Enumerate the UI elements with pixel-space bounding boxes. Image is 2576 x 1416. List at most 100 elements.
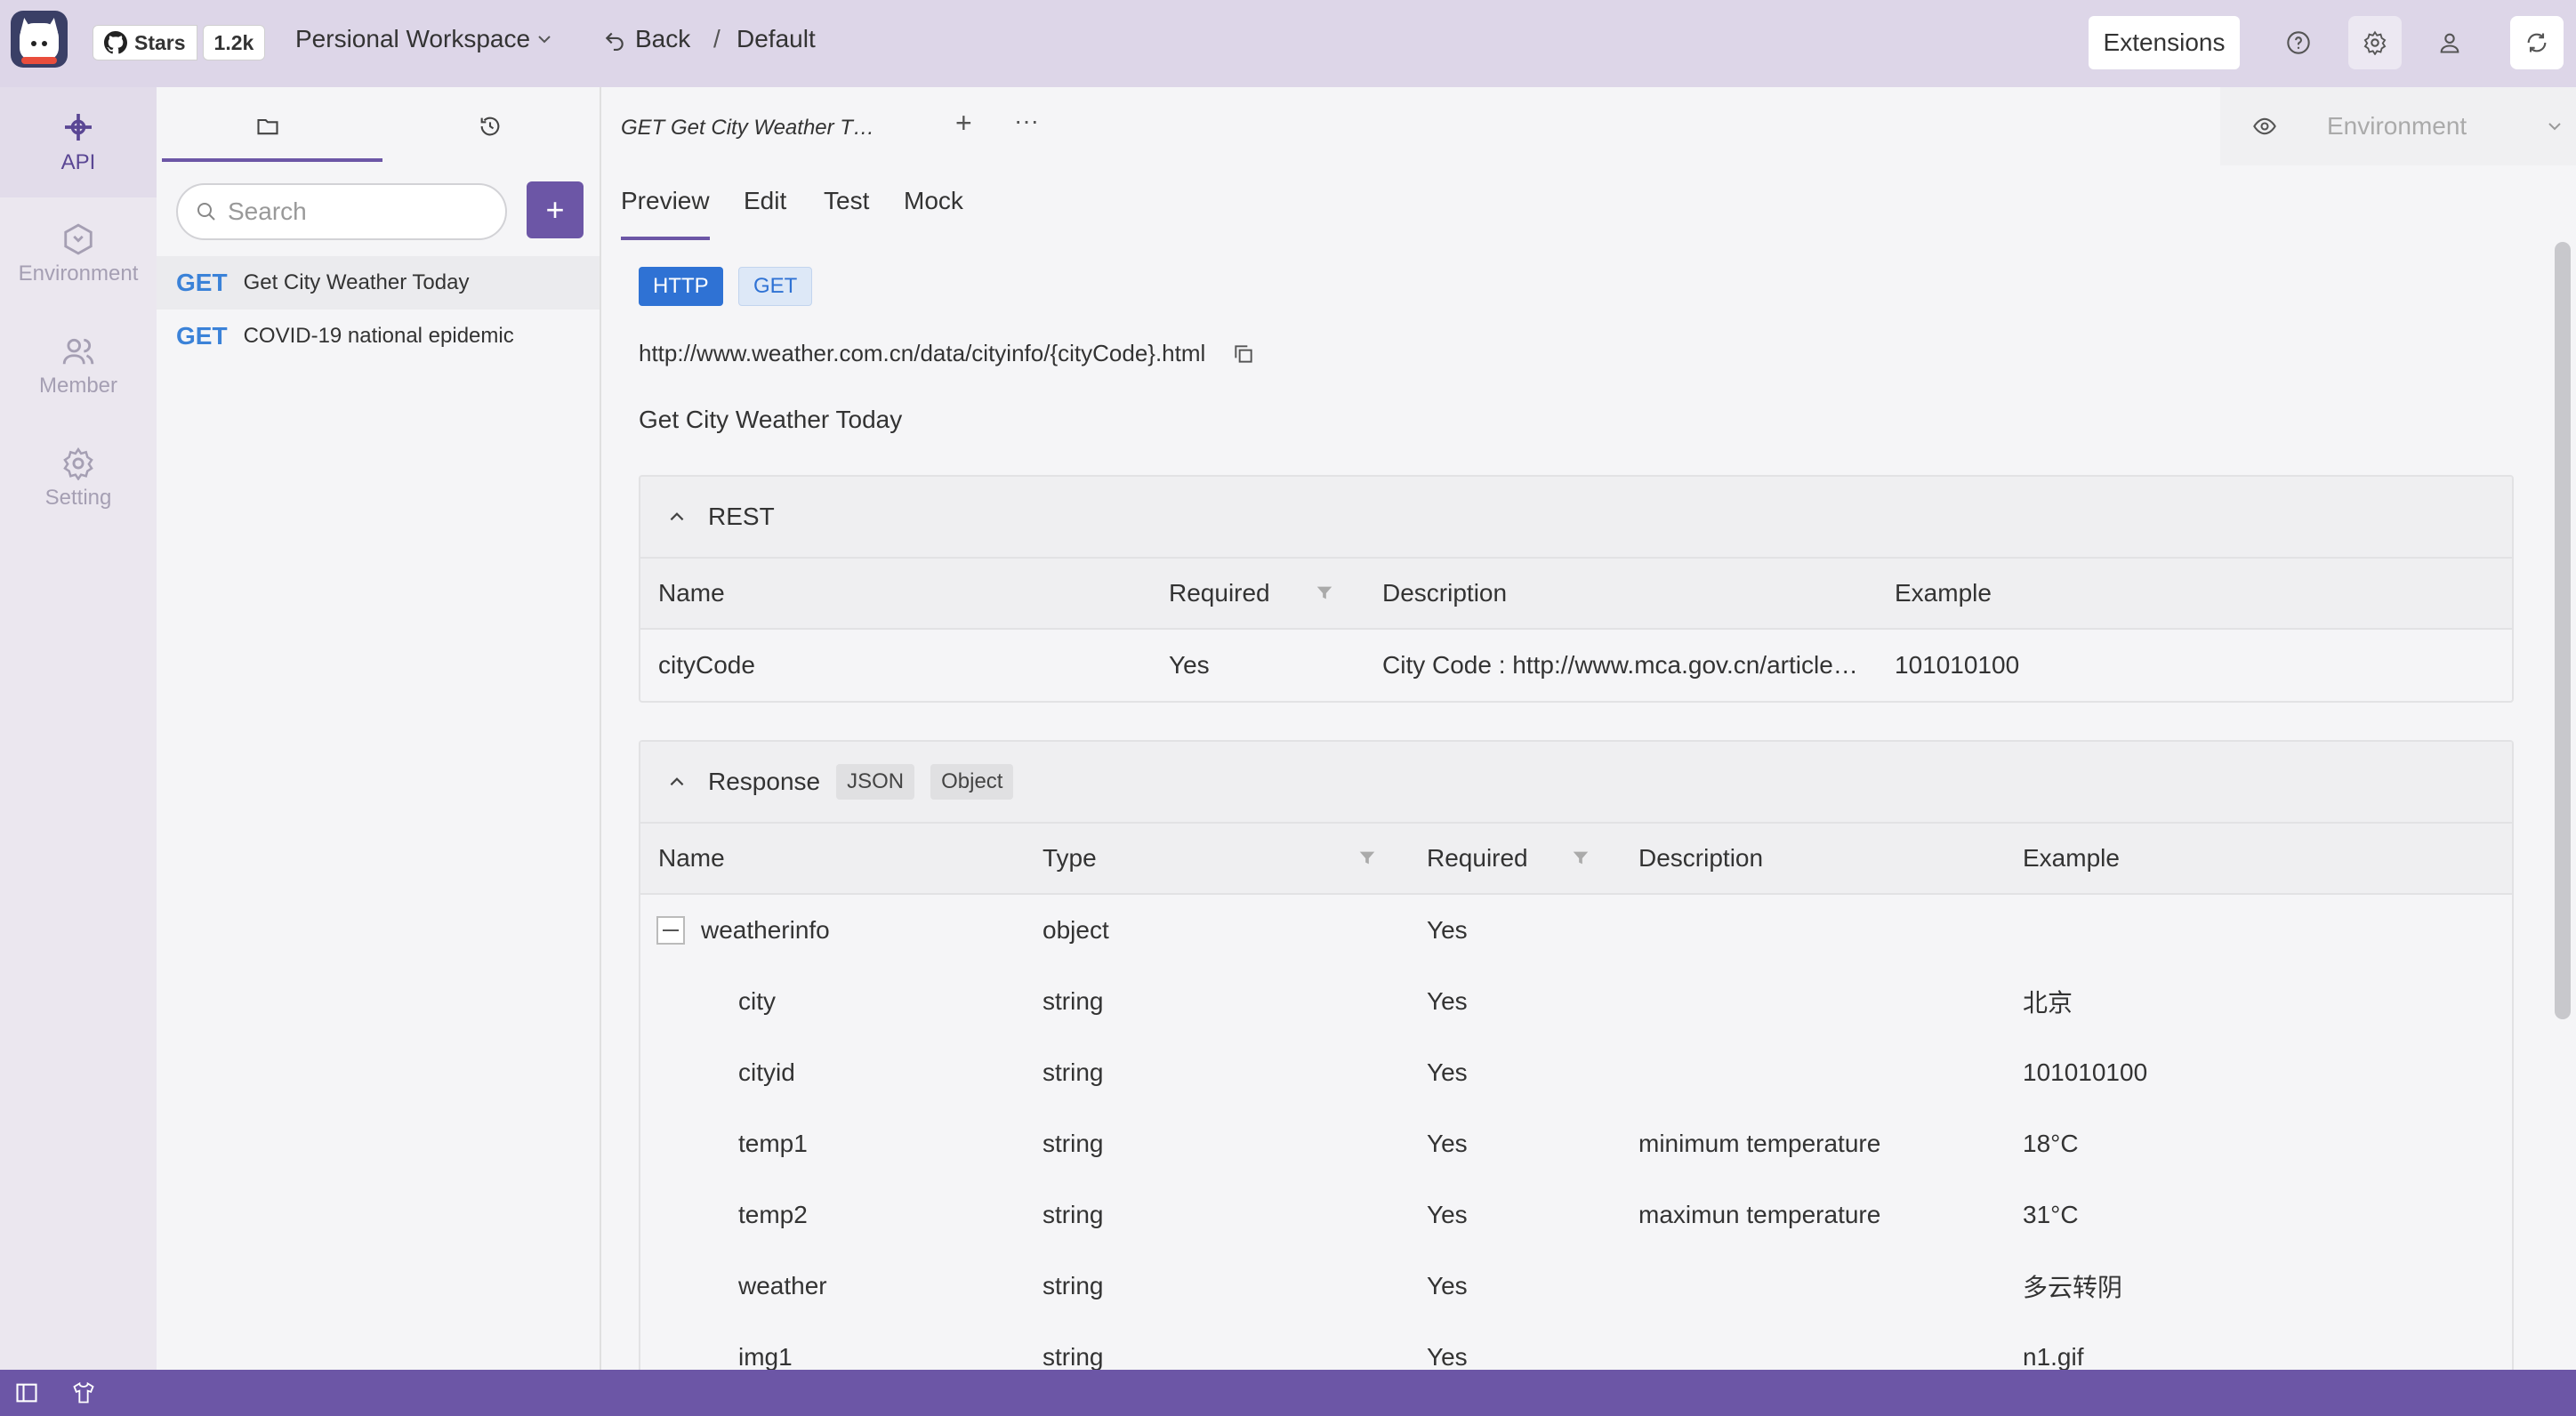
workspace-selector[interactable]: Persional Workspace — [295, 25, 553, 53]
chevron-up-icon[interactable] — [667, 772, 687, 792]
help-button[interactable] — [2272, 16, 2325, 69]
filter-icon[interactable] — [1315, 583, 1334, 603]
api-url: http://www.weather.com.cn/data/cityinfo/… — [639, 340, 1255, 367]
copy-icon[interactable] — [1232, 342, 1255, 366]
param-description: City Code : http://www.mca.gov.cn/articl… — [1382, 651, 1858, 679]
field-required: Yes — [1427, 1130, 1468, 1157]
chevron-up-icon[interactable] — [667, 507, 687, 527]
tab-preview[interactable]: Preview — [621, 187, 710, 215]
app-logo[interactable] — [11, 11, 68, 68]
field-name: weather — [738, 1272, 827, 1299]
search-field[interactable] — [176, 183, 507, 240]
environment-icon — [64, 223, 93, 255]
api-name: COVID-19 national epidemic — [243, 324, 514, 348]
field-type: string — [1042, 1058, 1104, 1086]
column-header: Description — [1638, 844, 1764, 872]
back-button[interactable]: Back — [603, 25, 690, 53]
field-type: string — [1042, 1343, 1104, 1371]
field-example: 101010100 — [2023, 1058, 2148, 1086]
field-example: 多云转阴 — [2023, 1274, 2123, 1301]
left-nav: API Environment Member Setting — [0, 87, 157, 1370]
field-type: object — [1042, 916, 1109, 944]
column-header: Name — [658, 579, 725, 607]
settings-button[interactable] — [2348, 16, 2402, 69]
table-row: temp1 string Yes minimum temperature 18°… — [640, 1108, 2512, 1179]
response-card: Response JSON Object Name Type Required … — [639, 740, 2514, 1380]
field-name: cityid — [738, 1058, 795, 1086]
response-card-header[interactable]: Response JSON Object — [640, 742, 2512, 824]
field-required: Yes — [1427, 1343, 1468, 1371]
folder-icon — [257, 118, 278, 135]
column-header: Example — [1895, 579, 1992, 607]
collapse-toggle[interactable] — [656, 916, 685, 945]
chevron-down-icon — [2548, 123, 2561, 131]
github-icon — [104, 31, 127, 54]
field-name: temp2 — [738, 1201, 808, 1228]
method-badge: GET — [738, 267, 813, 306]
api-url-text: http://www.weather.com.cn/data/cityinfo/… — [639, 340, 1206, 366]
rest-table-header: Name Required Description Example — [640, 559, 2512, 630]
nav-label-member: Member — [38, 374, 118, 398]
field-description: minimum temperature — [1638, 1130, 1881, 1157]
field-required: Yes — [1427, 1272, 1468, 1299]
open-api-tab[interactable]: GET Get City Weather T… — [621, 116, 874, 141]
tab-api-tree[interactable] — [157, 87, 379, 165]
api-name: Get City Weather Today — [243, 270, 470, 294]
eye-icon[interactable] — [2252, 114, 2277, 139]
field-type: string — [1042, 1130, 1104, 1157]
tab-mock[interactable]: Mock — [904, 187, 963, 215]
nav-item-environment[interactable]: Environment — [0, 199, 157, 310]
field-type: string — [1042, 1272, 1104, 1299]
github-stars-label: Stars — [134, 30, 186, 54]
api-list-item[interactable]: GET COVID-19 national epidemic — [157, 310, 600, 363]
filter-icon[interactable] — [1357, 849, 1377, 868]
setting-icon — [63, 447, 93, 480]
github-stars-badge[interactable]: Stars 1.2k — [93, 25, 266, 60]
extensions-button[interactable]: Extensions — [2089, 16, 2240, 69]
api-list-item[interactable]: GET Get City Weather Today — [157, 256, 600, 310]
tab-more-button[interactable]: ··· — [1014, 107, 1039, 135]
filter-icon[interactable] — [1571, 849, 1590, 868]
nav-item-setting[interactable]: Setting — [0, 423, 157, 534]
github-stars-count: 1.2k — [202, 25, 266, 60]
field-required: Yes — [1427, 987, 1468, 1015]
status-bar — [0, 1370, 2576, 1416]
main-scrollbar[interactable] — [2555, 242, 2571, 1019]
refresh-button[interactable] — [2510, 16, 2564, 69]
search-input[interactable] — [228, 197, 459, 226]
sidebar-toggle-icon[interactable] — [14, 1380, 39, 1405]
new-tab-button[interactable]: + — [955, 107, 972, 140]
add-api-button[interactable]: + — [527, 181, 584, 238]
field-name: weatherinfo — [701, 916, 830, 944]
table-row: cityCode Yes City Code : http://www.mca.… — [640, 630, 2512, 701]
shirt-icon[interactable] — [71, 1380, 96, 1405]
table-row: weatherinfo object Yes — [640, 895, 2512, 966]
field-type: string — [1042, 987, 1104, 1015]
field-example: 31°C — [2023, 1201, 2079, 1228]
tab-history[interactable] — [379, 87, 601, 165]
environment-placeholder: Environment — [2327, 112, 2467, 140]
gear-icon — [2363, 30, 2387, 55]
subtab-active-indicator — [621, 237, 710, 240]
breadcrumb-separator: / — [713, 25, 720, 52]
breadcrumb-current[interactable]: Default — [737, 25, 816, 53]
field-required: Yes — [1427, 916, 1468, 944]
protocol-badge: HTTP — [639, 267, 723, 306]
field-name: img1 — [738, 1343, 793, 1371]
user-icon — [2440, 33, 2459, 53]
nav-label-setting: Setting — [44, 486, 112, 510]
github-stars-button[interactable]: Stars — [93, 25, 197, 60]
environment-select[interactable]: Environment — [2220, 87, 2576, 165]
api-method: GET — [176, 322, 228, 350]
table-row: temp2 string Yes maximun temperature 31°… — [640, 1179, 2512, 1251]
rest-card-header[interactable]: REST — [640, 477, 2512, 559]
nav-item-member[interactable]: Member — [0, 311, 157, 422]
column-header: Description — [1382, 579, 1508, 607]
param-example: 101010100 — [1895, 651, 2020, 679]
tab-test[interactable]: Test — [824, 187, 869, 215]
response-title: Response — [708, 768, 821, 795]
tab-edit[interactable]: Edit — [744, 187, 786, 215]
nav-item-api[interactable]: API — [0, 87, 157, 197]
api-sidebar: + GET Get City Weather Today GET COVID-1… — [157, 87, 601, 1370]
user-button[interactable] — [2423, 16, 2476, 69]
